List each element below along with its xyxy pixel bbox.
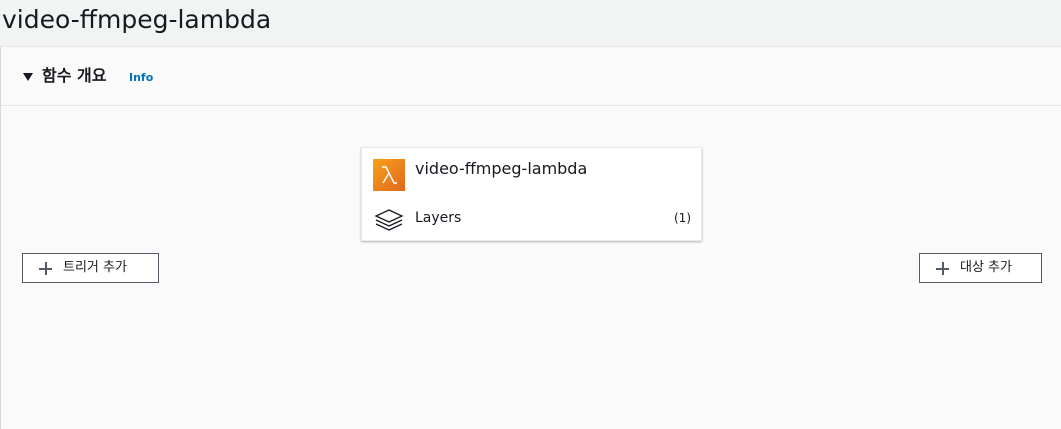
info-link[interactable]: Info <box>129 71 153 85</box>
page-title: video-ffmpeg-lambda <box>2 5 272 34</box>
add-destination-label: 대상 추가 <box>960 260 1012 275</box>
plus-icon <box>936 262 949 275</box>
layers-icon <box>373 207 405 235</box>
add-trigger-label: 트리거 추가 <box>63 260 127 275</box>
function-overview-panel: 함수 개요 Info video-ffmpeg-lambda Layers (1… <box>0 46 1061 429</box>
layers-row[interactable]: Layers (1) <box>362 202 701 234</box>
add-destination-button[interactable]: 대상 추가 <box>919 253 1042 283</box>
add-trigger-button[interactable]: 트리거 추가 <box>22 253 159 283</box>
panel-header: 함수 개요 Info <box>1 47 1061 106</box>
layers-label: Layers <box>415 210 462 226</box>
caret-down-icon[interactable] <box>23 73 33 81</box>
function-card: video-ffmpeg-lambda Layers (1) <box>361 147 702 241</box>
function-name[interactable]: video-ffmpeg-lambda <box>415 158 587 180</box>
plus-icon <box>39 262 52 275</box>
section-title[interactable]: 함수 개요 <box>42 65 106 87</box>
layers-count: (1) <box>674 211 691 225</box>
lambda-icon <box>373 159 405 191</box>
